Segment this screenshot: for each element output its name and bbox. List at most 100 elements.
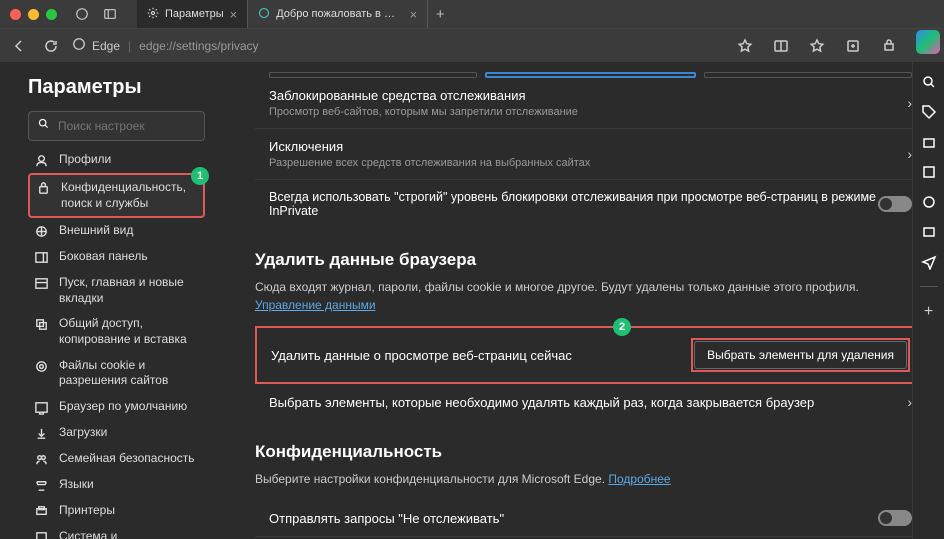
- nav-label: Языки: [59, 477, 94, 493]
- dnt-toggle[interactable]: [878, 510, 912, 526]
- clear-data-heading: Удалить данные браузера: [255, 250, 926, 270]
- sidebar-toggle-icon[interactable]: [103, 7, 117, 21]
- nav-icon: [34, 530, 49, 539]
- favorite-button[interactable]: [734, 35, 756, 57]
- blocked-trackers-row[interactable]: Заблокированные средства отслеживания Пр…: [255, 78, 926, 129]
- refresh-button[interactable]: [40, 35, 62, 57]
- annotation-badge-1: 1: [191, 167, 209, 185]
- shopping-rail-icon[interactable]: [921, 134, 937, 150]
- favorites-button[interactable]: [806, 35, 828, 57]
- row-title: Выбрать элементы, которые необходимо уда…: [269, 395, 907, 410]
- maximize-window-button[interactable]: [46, 9, 57, 20]
- close-window-button[interactable]: [10, 9, 21, 20]
- nav-label: Браузер по умолчанию: [59, 399, 187, 415]
- search-input[interactable]: [58, 119, 196, 133]
- sidebar-item-1[interactable]: 1Конфиденциальность, поиск и службы: [28, 173, 205, 218]
- add-rail-icon[interactable]: +: [921, 303, 937, 319]
- nav-icon: [34, 504, 49, 519]
- extensions-button[interactable]: [878, 35, 900, 57]
- exceptions-row[interactable]: Исключения Разрешение всех средств отсле…: [255, 129, 926, 180]
- dnt-row: Отправлять запросы "Не отслеживать": [255, 500, 926, 537]
- outlook-rail-icon[interactable]: [921, 224, 937, 240]
- tracking-option-balanced[interactable]: [485, 72, 695, 78]
- tracking-option-basic[interactable]: [269, 72, 477, 78]
- row-title: Заблокированные средства отслеживания: [269, 88, 907, 103]
- sidebar-item-11[interactable]: Принтеры: [28, 498, 205, 524]
- copilot-button[interactable]: [916, 30, 940, 54]
- row-title: Удалить данные о просмотре веб-страниц с…: [271, 348, 691, 363]
- nav-label: Общий доступ, копирование и вставка: [59, 316, 199, 347]
- tab-label: Добро пожаловать в Microsof…: [276, 8, 403, 20]
- sidebar-item-4[interactable]: Пуск, главная и новые вкладки: [28, 270, 205, 311]
- new-tab-button[interactable]: +: [428, 0, 452, 28]
- strict-inprivate-row: Всегда использовать "строгий" уровень бл…: [255, 180, 926, 228]
- edge-icon: [258, 7, 270, 22]
- sidebar-item-3[interactable]: Боковая панель: [28, 244, 205, 270]
- settings-sidebar: Параметры Профили1Конфиденциальность, по…: [0, 62, 215, 539]
- traffic-lights[interactable]: [10, 9, 57, 20]
- choose-clear-button[interactable]: Выбрать элементы для удаления: [694, 341, 907, 369]
- nav-icon: [34, 400, 49, 415]
- search-rail-icon[interactable]: [921, 74, 937, 90]
- browser-toolbar: Edge | edge://settings/privacy ⋯: [0, 28, 944, 62]
- search-settings[interactable]: [28, 111, 205, 141]
- window-titlebar: Параметры × Добро пожаловать в Microsof……: [0, 0, 944, 28]
- sidebar-item-9[interactable]: Семейная безопасность: [28, 446, 205, 472]
- privacy-learn-more-link[interactable]: Подробнее: [608, 472, 670, 486]
- split-screen-button[interactable]: [770, 35, 792, 57]
- nav-icon: [34, 317, 49, 332]
- profile-avatar[interactable]: [75, 7, 89, 21]
- tab-settings[interactable]: Параметры ×: [137, 0, 248, 28]
- clear-data-description: Сюда входят журнал, пароли, файлы cookie…: [255, 278, 926, 314]
- close-tab-icon[interactable]: ×: [230, 7, 238, 22]
- nav-icon: [36, 181, 51, 196]
- side-rail: +: [912, 62, 944, 539]
- nav-icon: [34, 250, 49, 265]
- row-title: Всегда использовать "строгий" уровень бл…: [269, 190, 878, 218]
- nav-icon: [34, 426, 49, 441]
- settings-content[interactable]: Заблокированные средства отслеживания Пр…: [215, 62, 944, 539]
- nav-label: Профили: [59, 152, 111, 168]
- sidebar-item-5[interactable]: Общий доступ, копирование и вставка: [28, 311, 205, 352]
- search-icon: [37, 117, 50, 135]
- tracking-option-strict[interactable]: [704, 72, 912, 78]
- tools-rail-icon[interactable]: [921, 164, 937, 180]
- sidebar-item-2[interactable]: Внешний вид: [28, 218, 205, 244]
- gear-icon: [147, 7, 159, 22]
- back-button[interactable]: [8, 35, 30, 57]
- nav-label: Пуск, главная и новые вкладки: [59, 275, 199, 306]
- nav-icon: [34, 153, 49, 168]
- tracking-level-options[interactable]: [255, 68, 926, 78]
- address-bar[interactable]: Edge | edge://settings/privacy: [72, 37, 724, 54]
- nav-label: Боковая панель: [59, 249, 148, 265]
- row-subtitle: Просмотр веб-сайтов, которым мы запретил…: [269, 106, 907, 118]
- privacy-description: Выберите настройки конфиденциальности дл…: [255, 470, 926, 488]
- tag-rail-icon[interactable]: [921, 104, 937, 120]
- nav-label: Система и производительность: [59, 529, 199, 539]
- strict-inprivate-toggle[interactable]: [878, 196, 912, 212]
- nav-label: Файлы cookie и разрешения сайтов: [59, 358, 199, 389]
- sidebar-item-7[interactable]: Браузер по умолчанию: [28, 394, 205, 420]
- clear-on-close-row[interactable]: Выбрать элементы, которые необходимо уда…: [255, 384, 926, 420]
- row-title: Исключения: [269, 139, 907, 154]
- tab-welcome[interactable]: Добро пожаловать в Microsof… ×: [248, 0, 428, 28]
- nav-label: Конфиденциальность, поиск и службы: [61, 180, 197, 211]
- close-tab-icon[interactable]: ×: [410, 7, 418, 22]
- sidebar-item-12[interactable]: Система и производительность: [28, 524, 205, 539]
- nav-icon: [34, 224, 49, 239]
- sidebar-item-8[interactable]: Загрузки: [28, 420, 205, 446]
- nav-icon: [34, 478, 49, 493]
- minimize-window-button[interactable]: [28, 9, 39, 20]
- row-title: Отправлять запросы "Не отслеживать": [269, 511, 878, 526]
- collections-button[interactable]: [842, 35, 864, 57]
- tab-label: Параметры: [165, 8, 224, 20]
- edge-logo-icon: [72, 37, 86, 54]
- sidebar-item-10[interactable]: Языки: [28, 472, 205, 498]
- nav-label: Принтеры: [59, 503, 115, 519]
- sidebar-item-0[interactable]: Профили: [28, 147, 205, 173]
- send-rail-icon[interactable]: [921, 254, 937, 270]
- annotation-badge-2: 2: [613, 318, 631, 336]
- manage-data-link[interactable]: Управление данными: [255, 298, 376, 312]
- sidebar-item-6[interactable]: Файлы cookie и разрешения сайтов: [28, 353, 205, 394]
- games-rail-icon[interactable]: [921, 194, 937, 210]
